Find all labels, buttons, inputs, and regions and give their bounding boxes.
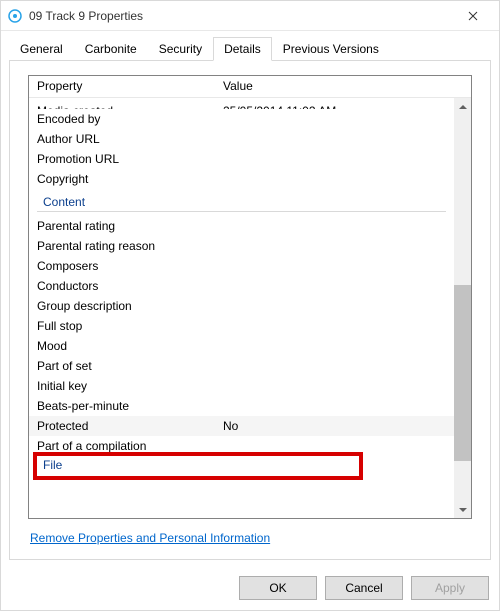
row-copyright[interactable]: Copyright	[29, 169, 454, 189]
prop-label: Encoded by	[29, 112, 215, 126]
list-body: Media created 25/05/2014 11:02 AM Encode…	[29, 98, 454, 518]
row-bpm[interactable]: Beats-per-minute	[29, 396, 454, 416]
prop-label: Parental rating reason	[29, 239, 215, 253]
vertical-scrollbar[interactable]	[454, 98, 471, 518]
row-compilation[interactable]: Part of a compilation	[29, 436, 454, 456]
prop-label: Copyright	[29, 172, 215, 186]
list-header: Property Value	[29, 76, 471, 98]
prop-label: Initial key	[29, 379, 215, 393]
row-parental-reason[interactable]: Parental rating reason	[29, 236, 454, 256]
tab-details[interactable]: Details	[213, 37, 272, 61]
row-encoded-by[interactable]: Encoded by	[29, 109, 454, 129]
row-author-url[interactable]: Author URL	[29, 129, 454, 149]
window-title: 09 Track 9 Properties	[29, 9, 453, 23]
properties-list: Property Value Media created 25/05/2014 …	[28, 75, 472, 519]
prop-label: Promotion URL	[29, 152, 215, 166]
ok-button[interactable]: OK	[239, 576, 317, 600]
tabstrip: General Carbonite Security Details Previ…	[1, 31, 499, 61]
chevron-up-icon	[459, 105, 467, 109]
tab-security[interactable]: Security	[148, 37, 213, 61]
row-composers[interactable]: Composers	[29, 256, 454, 276]
prop-value: 25/05/2014 11:02 AM	[215, 104, 454, 109]
row-mood[interactable]: Mood	[29, 336, 454, 356]
close-button[interactable]	[453, 1, 493, 31]
scroll-up-button[interactable]	[454, 98, 471, 115]
row-part-of-set[interactable]: Part of set	[29, 356, 454, 376]
prop-label: Beats-per-minute	[29, 399, 215, 413]
row-parental-rating[interactable]: Parental rating	[29, 216, 454, 236]
app-icon	[7, 8, 23, 24]
row-group-description[interactable]: Group description	[29, 296, 454, 316]
remove-properties-link[interactable]: Remove Properties and Personal Informati…	[30, 531, 270, 545]
row-full-stop[interactable]: Full stop	[29, 316, 454, 336]
column-value[interactable]: Value	[215, 76, 471, 97]
titlebar: 09 Track 9 Properties	[1, 1, 499, 31]
scroll-down-button[interactable]	[454, 501, 471, 518]
row-promotion-url[interactable]: Promotion URL	[29, 149, 454, 169]
section-divider	[37, 211, 446, 212]
prop-label: Mood	[29, 339, 215, 353]
row-conductors[interactable]: Conductors	[29, 276, 454, 296]
prop-label: Full stop	[29, 319, 215, 333]
prop-label: Protected	[29, 419, 215, 433]
details-panel: Property Value Media created 25/05/2014 …	[9, 60, 491, 560]
row-protected[interactable]: Protected No	[29, 416, 454, 436]
prop-label: Conductors	[29, 279, 215, 293]
cancel-button[interactable]: Cancel	[325, 576, 403, 600]
prop-label: Author URL	[29, 132, 215, 146]
column-property[interactable]: Property	[29, 76, 215, 97]
tab-carbonite[interactable]: Carbonite	[74, 37, 148, 61]
row-media-created[interactable]: Media created 25/05/2014 11:02 AM	[29, 98, 454, 109]
close-icon	[468, 11, 478, 21]
prop-label: Parental rating	[29, 219, 215, 233]
prop-label: Composers	[29, 259, 215, 273]
apply-button[interactable]: Apply	[411, 576, 489, 600]
dialog-buttons: OK Cancel Apply	[239, 576, 489, 600]
tab-previous-versions[interactable]: Previous Versions	[272, 37, 390, 61]
prop-label: Media created	[29, 104, 215, 109]
prop-value: No	[215, 419, 454, 433]
tab-general[interactable]: General	[9, 37, 74, 61]
prop-label: Part of set	[29, 359, 215, 373]
scroll-thumb[interactable]	[454, 285, 471, 461]
prop-label: Group description	[29, 299, 215, 313]
chevron-down-icon	[459, 508, 467, 512]
section-content: Content	[29, 189, 454, 211]
prop-label: Part of a compilation	[29, 439, 215, 453]
properties-dialog: 09 Track 9 Properties General Carbonite …	[0, 0, 500, 611]
section-file: File	[29, 456, 454, 469]
row-initial-key[interactable]: Initial key	[29, 376, 454, 396]
